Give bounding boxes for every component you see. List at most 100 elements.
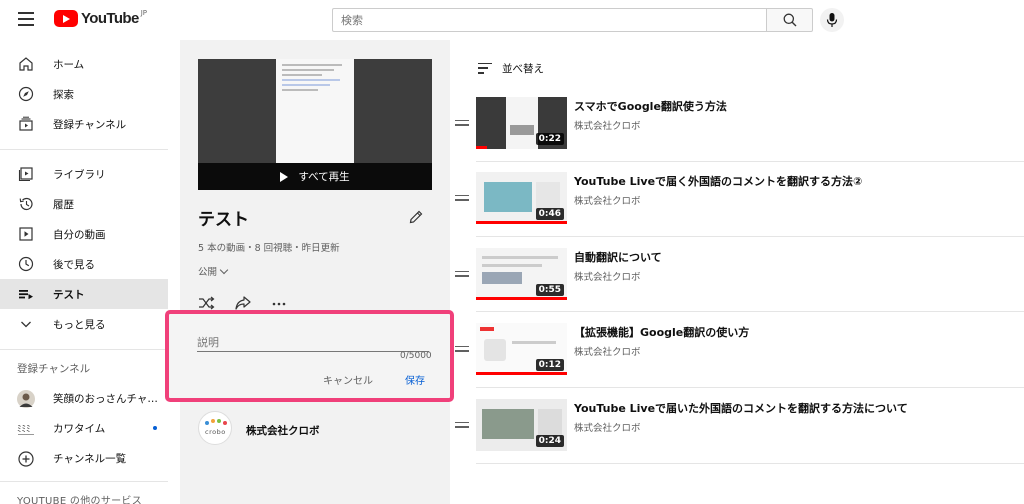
sort-icon (478, 62, 492, 75)
sidebar-item-test-playlist[interactable]: テスト (0, 279, 168, 309)
channel-logo-text: crobo (205, 428, 226, 436)
voice-search-button[interactable] (820, 8, 844, 32)
video-thumbnail[interactable]: 0:12 (476, 323, 567, 375)
video-channel[interactable]: 株式会社クロボ (574, 420, 641, 434)
sort-button[interactable]: 並べ替え (478, 61, 544, 76)
add-circle-icon (18, 451, 34, 467)
sidebar-item-label: 登録チャンネル (53, 118, 127, 131)
sidebar-item-show-more[interactable]: もっと見る (0, 309, 168, 339)
cancel-button[interactable]: キャンセル (323, 372, 373, 387)
channel-name[interactable]: 株式会社クロボ (246, 423, 320, 438)
watch-progress-bar (476, 372, 567, 375)
sidebar-divider (0, 149, 168, 150)
play-all-button[interactable]: すべて再生 (198, 163, 432, 190)
share-icon[interactable] (234, 296, 252, 310)
watch-progress-bar (476, 297, 567, 300)
video-duration: 0:12 (535, 359, 564, 371)
menu-icon[interactable] (18, 12, 34, 26)
video-channel[interactable]: 株式会社クロボ (574, 269, 641, 283)
sidebar-divider (0, 481, 168, 482)
sidebar-item-label: ライブラリ (53, 168, 106, 181)
video-thumbnail[interactable]: 0:24 (476, 399, 567, 451)
description-char-counter: 0/5000 (400, 351, 432, 361)
playlist-video-item[interactable]: 0:12 【拡張機能】Google翻訳の使い方 株式会社クロボ (455, 323, 1024, 391)
drag-handle-icon[interactable] (455, 422, 469, 429)
video-channel[interactable]: 株式会社クロボ (574, 344, 641, 358)
search-input[interactable] (332, 8, 766, 32)
playlist-thumbnail[interactable]: すべて再生 (198, 59, 432, 190)
more-services-heading: YOUTUBE の他のサービス (17, 496, 143, 504)
sidebar-item-label: 探索 (53, 88, 74, 101)
sidebar-item-subscriptions[interactable]: 登録チャンネル (0, 109, 168, 139)
watch-progress-bar (476, 146, 487, 149)
logo-text: YouTube (81, 10, 139, 27)
video-title[interactable]: 自動翻訳について (574, 249, 662, 265)
playlist-title: テスト (198, 210, 249, 230)
subscriptions-icon (19, 116, 33, 131)
drag-handle-icon[interactable] (455, 271, 469, 278)
video-channel[interactable]: 株式会社クロボ (574, 193, 641, 207)
channel-avatar[interactable]: crobo (198, 411, 232, 445)
sidebar-item-label: テスト (53, 288, 85, 301)
list-divider (476, 161, 1024, 162)
youtube-logo[interactable]: YouTube JP (54, 9, 148, 27)
video-duration: 0:24 (535, 435, 564, 447)
video-title[interactable]: YouTube Liveで届いた外国語のコメントを翻訳する方法について (574, 400, 908, 416)
description-input[interactable] (197, 334, 429, 352)
sidebar-item-history[interactable]: 履歴 (0, 189, 168, 219)
subscription-item[interactable]: ﾐﾐﾐ カワタイム (0, 413, 168, 443)
new-content-dot (153, 426, 157, 430)
sidebar-item-label: もっと見る (53, 318, 106, 331)
sidebar-item-label: 履歴 (53, 198, 74, 211)
drag-handle-icon[interactable] (455, 195, 469, 202)
video-duration: 0:55 (535, 284, 564, 296)
youtube-play-icon (54, 10, 78, 27)
subscription-label: カワタイム (53, 423, 106, 435)
logo-region: JP (140, 9, 148, 17)
playlist-stats: 5 本の動画・8 回視聴・昨日更新 (198, 243, 340, 254)
sidebar: ホーム 探索 登録チャンネル ライブラリ 履歴 自分の動画 後で見る テスト も… (0, 40, 168, 504)
video-channel[interactable]: 株式会社クロボ (574, 118, 641, 132)
avatar: ﾐﾐﾐ (17, 420, 35, 438)
sidebar-item-explore[interactable]: 探索 (0, 79, 168, 109)
library-icon (18, 167, 33, 182)
video-duration: 0:46 (535, 208, 564, 220)
more-options-icon[interactable] (270, 296, 288, 310)
playlist-video-item[interactable]: 0:55 自動翻訳について 株式会社クロボ (455, 248, 1024, 316)
edit-pencil-icon[interactable] (408, 209, 424, 225)
playlist-video-item[interactable]: 0:46 YouTube Liveで届く外国語のコメントを翻訳する方法② 株式会… (455, 172, 1024, 240)
svg-text:ﾐﾐﾐ: ﾐﾐﾐ (17, 425, 31, 435)
sidebar-item-label: ホーム (53, 58, 85, 71)
history-icon (19, 197, 33, 211)
sidebar-item-browse-channels[interactable]: チャンネル一覧 (0, 443, 168, 473)
playlist-icon (19, 290, 33, 300)
playlist-video-item[interactable]: 0:24 YouTube Liveで届いた外国語のコメントを翻訳する方法について… (455, 399, 1024, 467)
shuffle-icon[interactable] (198, 296, 216, 310)
drag-handle-icon[interactable] (455, 346, 469, 353)
sort-label: 並べ替え (502, 63, 544, 75)
sidebar-item-label: 後で見る (53, 258, 95, 271)
privacy-label: 公開 (198, 267, 218, 278)
video-thumbnail[interactable]: 0:55 (476, 248, 567, 300)
description-editor: 0/5000 キャンセル 保存 (165, 310, 454, 402)
watch-progress-bar (476, 221, 567, 224)
sidebar-item-watch-later[interactable]: 後で見る (0, 249, 168, 279)
playlist-video-item[interactable]: 0:22 スマホでGoogle翻訳使う方法 株式会社クロボ (455, 97, 1024, 165)
video-title[interactable]: 【拡張機能】Google翻訳の使い方 (574, 324, 749, 340)
my-videos-icon (19, 227, 33, 241)
video-title[interactable]: YouTube Liveで届く外国語のコメントを翻訳する方法② (574, 173, 862, 189)
video-thumbnail[interactable]: 0:46 (476, 172, 567, 224)
privacy-dropdown[interactable]: 公開 (198, 264, 229, 278)
save-button[interactable]: 保存 (405, 372, 425, 387)
search-button[interactable] (766, 8, 813, 32)
sidebar-item-library[interactable]: ライブラリ (0, 159, 168, 189)
sidebar-item-my-videos[interactable]: 自分の動画 (0, 219, 168, 249)
sidebar-item-home[interactable]: ホーム (0, 49, 168, 79)
play-icon (280, 171, 289, 182)
video-thumbnail[interactable]: 0:22 (476, 97, 567, 149)
subscription-item[interactable]: 笑顔のおっさんチャ… (0, 383, 168, 413)
video-title[interactable]: スマホでGoogle翻訳使う方法 (574, 98, 727, 114)
avatar (17, 390, 35, 408)
clock-icon (18, 256, 34, 272)
drag-handle-icon[interactable] (455, 120, 469, 127)
